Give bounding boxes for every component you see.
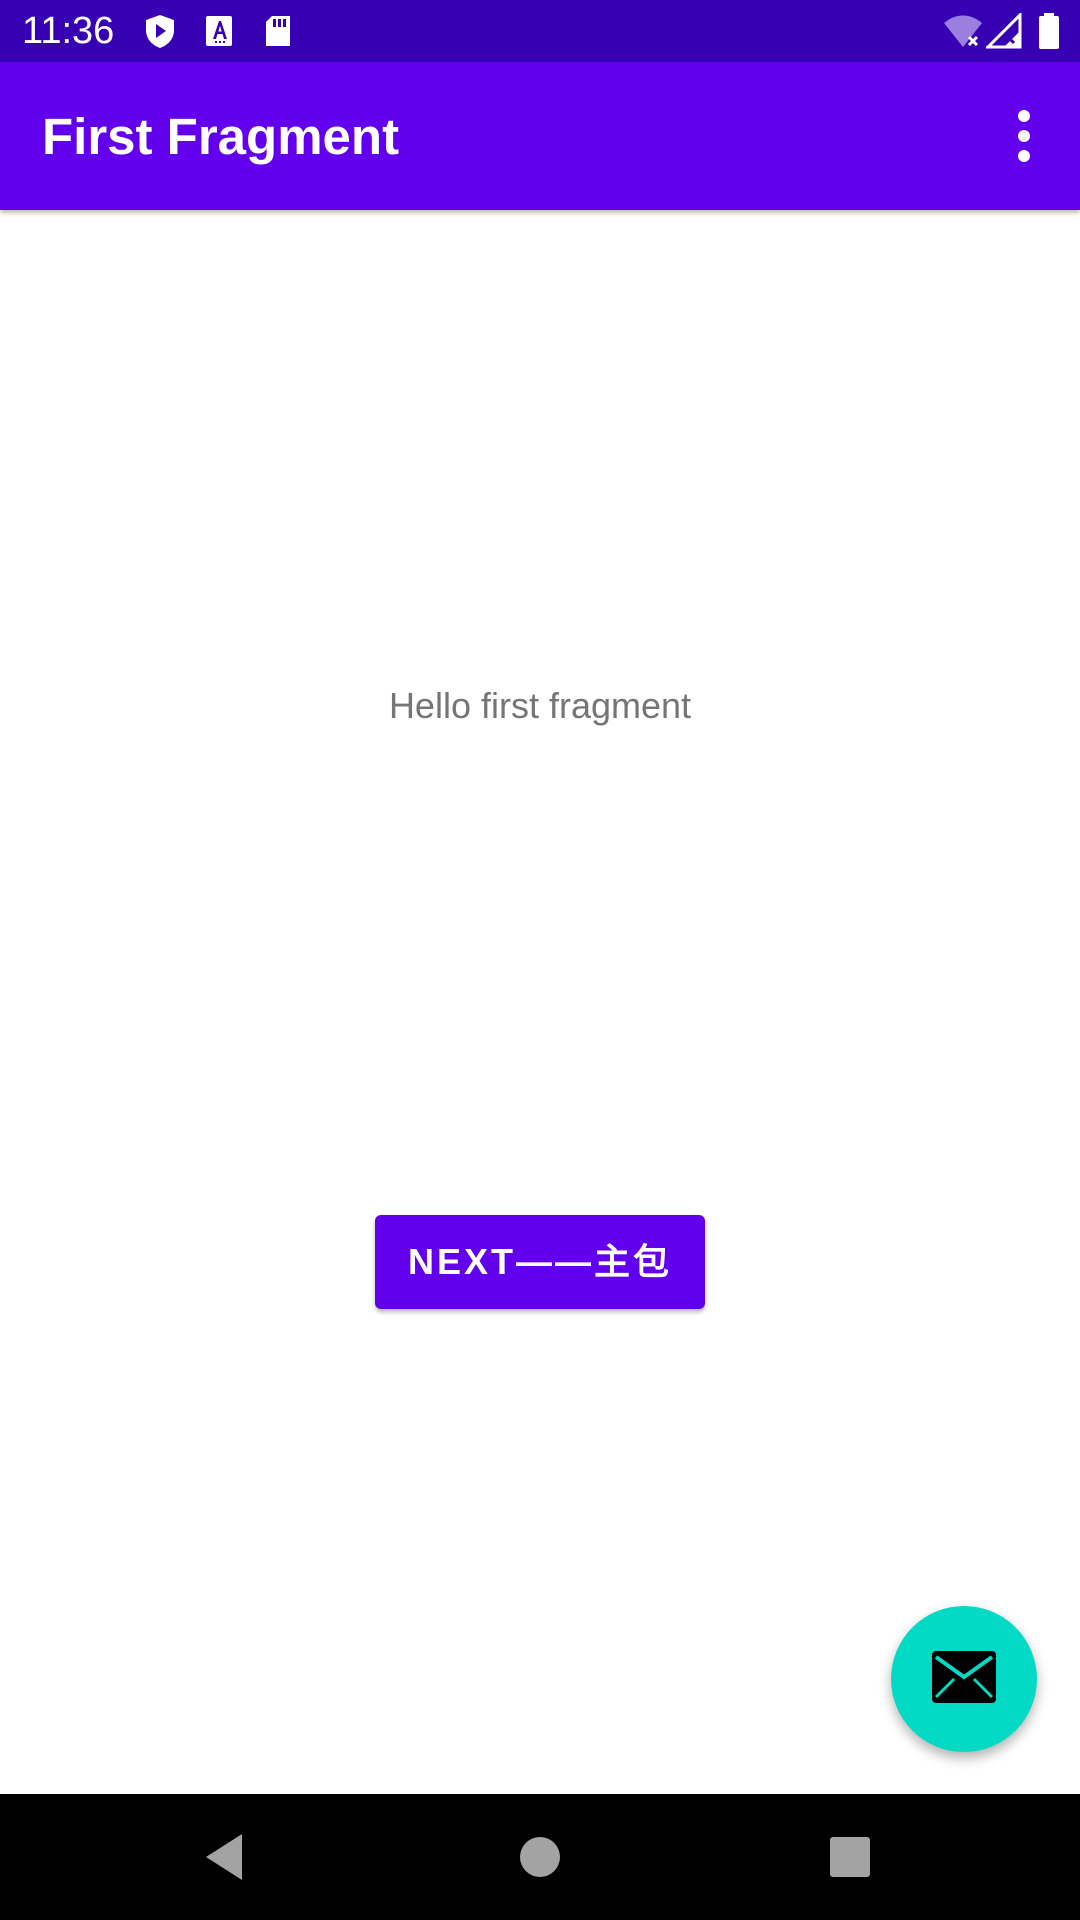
wifi-off-icon bbox=[942, 13, 984, 49]
mail-icon bbox=[932, 1651, 996, 1703]
battery-icon bbox=[1036, 13, 1062, 49]
recents-icon[interactable] bbox=[810, 1820, 890, 1894]
app-bar-title: First Fragment bbox=[42, 108, 400, 165]
signal-off-icon bbox=[984, 11, 1022, 49]
status-time: 11:36 bbox=[22, 10, 115, 52]
app-screen: 11:36 First Fragment Hello first fragmen… bbox=[0, 0, 1080, 1920]
sd-card-icon bbox=[260, 13, 296, 49]
navigation-bar bbox=[0, 1794, 1080, 1920]
back-icon[interactable] bbox=[186, 1820, 266, 1894]
fab-mail-button[interactable] bbox=[891, 1606, 1037, 1752]
home-icon[interactable] bbox=[500, 1820, 580, 1894]
shield-play-icon bbox=[142, 13, 178, 49]
app-bar: First Fragment bbox=[0, 62, 1080, 210]
accessibility-a-icon bbox=[202, 13, 238, 49]
next-button[interactable]: NEXT——主包 bbox=[375, 1215, 705, 1309]
status-bar: 11:36 bbox=[0, 0, 1080, 62]
more-vertical-icon[interactable] bbox=[992, 104, 1056, 168]
hello-text: Hello first fragment bbox=[388, 685, 692, 726]
